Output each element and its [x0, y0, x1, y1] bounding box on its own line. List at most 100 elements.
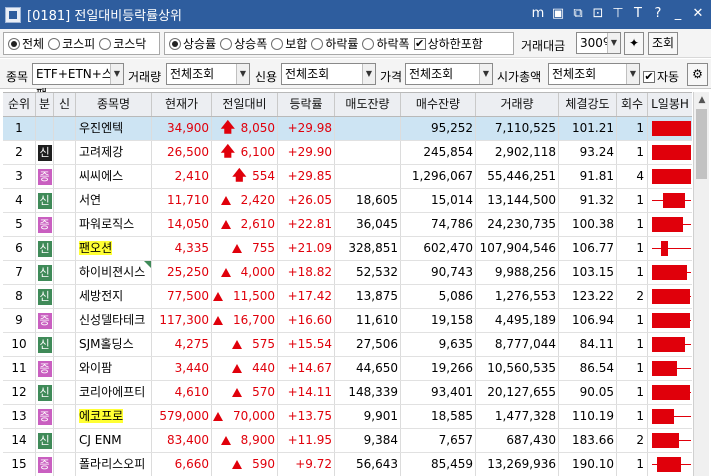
stock-name[interactable]: 에코프로 [79, 409, 124, 423]
table-row[interactable]: 11 증 와이팜 3,440 440 +14.67 44,650 19,266 10,560,5… [3, 357, 692, 381]
stock-name-cell[interactable]: 서연 [76, 189, 152, 212]
table-row[interactable]: 13 증 에코프로 579,000 70,000 +13.75 9,901 18,585 1,4… [3, 405, 692, 429]
auto-toggle[interactable]: ✔ 자동 [643, 68, 679, 85]
title-tool-7-icon[interactable]: _ [671, 6, 685, 22]
chevron-down-icon[interactable]: ▼ [236, 64, 249, 84]
radio-icon[interactable] [48, 37, 61, 50]
stock-name[interactable]: 씨씨에스 [79, 169, 123, 183]
radio-icon[interactable] [271, 37, 284, 50]
table-row[interactable]: 9 증 신성델타테크 117,300 16,700 +16.60 11,610 19,158 4… [3, 309, 692, 333]
header-cell[interactable]: L일봉H [648, 93, 692, 116]
header-cell[interactable]: 분 [36, 93, 54, 116]
stock-name-cell[interactable]: 팬오션 [76, 237, 152, 260]
stock-name[interactable]: 파워로직스 [79, 217, 134, 231]
vertical-scrollbar[interactable]: ▲ [693, 92, 709, 476]
table-row[interactable]: 3 증 씨씨에스 2,410 🡅 554 +29.85 1,296,067 55,446,251… [3, 165, 692, 189]
settings-button[interactable]: ⚙ [687, 63, 708, 86]
sort-option-2[interactable]: 보합 [271, 35, 307, 52]
radio-icon[interactable] [220, 37, 233, 50]
stock-name-cell[interactable]: CJ ENM [76, 429, 152, 452]
table-row[interactable]: 2 신 고려제강 26,500 🡅 6,100 +29.90 245,854 2,902,118… [3, 141, 692, 165]
chevron-down-icon[interactable]: ▼ [479, 64, 492, 84]
table-row[interactable]: 8 신 세방전지 77,500 11,500 +17.42 13,875 5,086 1,276… [3, 285, 692, 309]
stock-name[interactable]: CJ ENM [79, 433, 122, 447]
table-row[interactable]: 15 증 폴라리스오피 6,660 590 +9.72 56,643 85,459 13,269… [3, 453, 692, 476]
stock-name[interactable]: 하이비젼시스 [79, 265, 145, 279]
stock-name-cell[interactable]: 에코프로 [76, 405, 152, 428]
sort-option-1[interactable]: 상승폭 [220, 35, 267, 52]
table-row[interactable]: 6 신 팬오션 4,335 755 +21.09 328,851 602,470 107,904… [3, 237, 692, 261]
price-select[interactable]: 전체조회 ▼ [405, 63, 493, 85]
title-tool-5-icon[interactable]: T [631, 6, 645, 22]
header-cell[interactable]: 신 [54, 93, 76, 116]
sort-option-0[interactable]: 상승률 [169, 35, 216, 52]
stock-name-cell[interactable]: 하이비젼시스 [76, 261, 152, 284]
scroll-thumb[interactable] [696, 109, 707, 179]
item-select[interactable]: ETF+ETN+스팩 ▼ [32, 63, 124, 101]
query-button[interactable]: 조회 [648, 32, 678, 55]
market-option-2[interactable]: 코스닥 [99, 35, 146, 52]
stock-name[interactable]: 와이팜 [79, 361, 112, 375]
market-option-0[interactable]: 전체 [8, 35, 44, 52]
market-option-1[interactable]: 코스피 [48, 35, 95, 52]
header-cell[interactable]: 전일대비 [212, 93, 278, 116]
header-cell[interactable]: 회수 [617, 93, 648, 116]
title-tool-3-icon[interactable]: ⊡ [591, 6, 605, 22]
header-cell[interactable]: 매도잔량 [335, 93, 401, 116]
volume-select[interactable]: 전체조회 ▼ [166, 63, 250, 85]
scroll-up-icon[interactable]: ▲ [694, 92, 710, 108]
title-tool-2-icon[interactable]: ⧉ [571, 6, 585, 22]
sort-option-3[interactable]: 하락률 [311, 35, 358, 52]
chevron-down-icon[interactable]: ▼ [110, 64, 123, 84]
chevron-down-icon[interactable]: ▼ [626, 64, 639, 84]
include-limit-toggle[interactable]: ✔ 상하한포함 [413, 35, 483, 52]
stock-name[interactable]: 신성델타테크 [79, 313, 145, 327]
stock-name[interactable]: 우진엔텍 [79, 121, 123, 135]
header-cell[interactable]: 등락률 [278, 93, 335, 116]
header-cell[interactable]: 현재가 [152, 93, 212, 116]
header-cell[interactable]: 거래량 [476, 93, 559, 116]
stock-name-cell[interactable]: 신성델타테크 [76, 309, 152, 332]
header-cell[interactable]: 체결강도 [559, 93, 617, 116]
table-row[interactable]: 1 우진엔텍 34,900 🡅 8,050 +29.98 95,252 7,110,525 10… [3, 117, 692, 141]
stock-name[interactable]: SJM홀딩스 [79, 337, 134, 351]
radio-icon[interactable] [311, 37, 324, 50]
stock-name-cell[interactable]: 코리아에프티 [76, 381, 152, 404]
title-tool-8-icon[interactable]: ✕ [691, 6, 705, 22]
stock-name-cell[interactable]: 와이팜 [76, 357, 152, 380]
title-tool-4-icon[interactable]: ⊤ [611, 6, 625, 22]
header-cell[interactable]: 매수잔량 [401, 93, 476, 116]
radio-icon[interactable] [169, 37, 181, 50]
trade-amount-select[interactable]: 300억 ▼ [576, 32, 621, 54]
mcap-select[interactable]: 전체조회 ▼ [548, 63, 640, 85]
stock-name-cell[interactable]: 우진엔텍 [76, 117, 152, 140]
sort-option-4[interactable]: 하락폭 [362, 35, 410, 52]
table-row[interactable]: 5 증 파워로직스 14,050 2,610 +22.81 36,045 74,786 24,2… [3, 213, 692, 237]
stock-name[interactable]: 세방전지 [79, 289, 123, 303]
table-row[interactable]: 12 신 코리아에프티 4,610 570 +14.11 148,339 93,401 20,1… [3, 381, 692, 405]
table-row[interactable]: 14 신 CJ ENM 83,400 8,900 +11.95 9,384 7,657 687,… [3, 429, 692, 453]
stock-name-cell[interactable]: 세방전지 [76, 285, 152, 308]
title-tool-6-icon[interactable]: ? [651, 6, 665, 22]
radio-icon[interactable] [8, 37, 20, 50]
table-row[interactable]: 7 신 하이비젼시스 25,250 4,000 +18.82 52,532 90,743 9,9… [3, 261, 692, 285]
stock-name-cell[interactable]: 씨씨에스 [76, 165, 152, 188]
stock-name-cell[interactable]: 고려제강 [76, 141, 152, 164]
stock-name[interactable]: 코리아에프티 [79, 385, 145, 399]
header-cell[interactable]: 종목명 [76, 93, 152, 116]
stock-name-cell[interactable]: 파워로직스 [76, 213, 152, 236]
include-limit-checkbox[interactable]: ✔ [413, 37, 426, 50]
header-cell[interactable]: 순위 [3, 93, 36, 116]
title-tool-0-icon[interactable]: m [531, 6, 545, 22]
stock-name[interactable]: 고려제강 [79, 145, 123, 159]
chevron-down-icon[interactable]: ▼ [607, 33, 620, 53]
table-row[interactable]: 10 신 SJM홀딩스 4,275 575 +15.54 27,506 9,635 8,777,… [3, 333, 692, 357]
stock-name-cell[interactable]: 폴라리스오피 [76, 453, 152, 476]
radio-icon[interactable] [99, 37, 112, 50]
auto-checkbox[interactable]: ✔ [643, 70, 655, 83]
radio-icon[interactable] [362, 37, 375, 50]
chevron-down-icon[interactable]: ▼ [362, 64, 375, 84]
stock-name[interactable]: 서연 [79, 193, 101, 207]
credit-select[interactable]: 전체조회 ▼ [281, 63, 376, 85]
title-tool-1-icon[interactable]: ▣ [551, 6, 565, 22]
